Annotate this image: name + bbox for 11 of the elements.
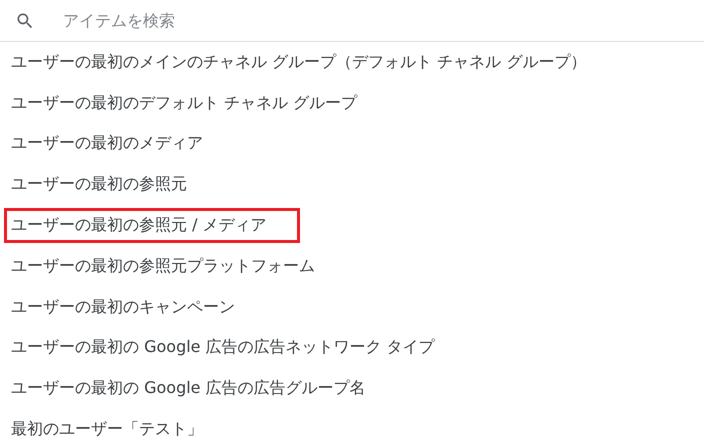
search-icon — [15, 10, 35, 30]
list-item[interactable]: ユーザーの最初のメインのチャネル グループ（デフォルト チャネル グループ） — [4, 44, 594, 80]
list-item[interactable]: ユーザーの最初の参照元 — [4, 167, 194, 202]
list-item[interactable]: ユーザーの最初の Google 広告の広告グループ名 — [4, 371, 373, 406]
list-item[interactable]: ユーザーの最初のデフォルト チャネル グループ — [4, 86, 364, 121]
list-item[interactable]: ユーザーの最初の参照元 / メディア — [4, 208, 300, 244]
list-item[interactable]: 最初のユーザー「テスト」 — [4, 412, 210, 443]
list-item[interactable]: ユーザーの最初の Google 広告の広告ネットワーク タイプ — [4, 330, 442, 366]
list-item[interactable]: ユーザーの最初のメディア — [4, 126, 210, 162]
list-item[interactable]: ユーザーの最初のキャンペーン — [4, 290, 242, 325]
list-item[interactable]: ユーザーの最初の参照元プラットフォーム — [4, 248, 322, 284]
